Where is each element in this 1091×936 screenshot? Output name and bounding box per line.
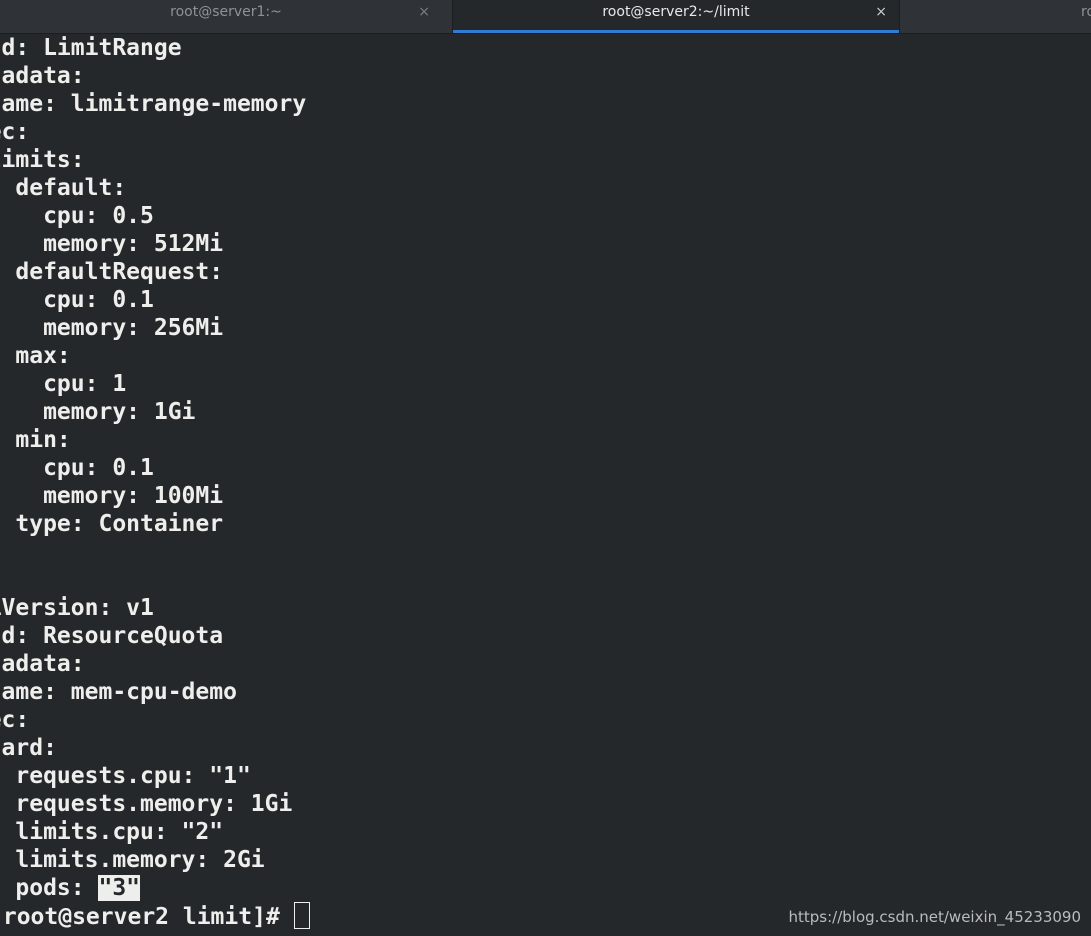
terminal-line: metadata:	[0, 63, 85, 89]
terminal-line: spec:	[0, 707, 30, 733]
tab-title: root@server3:~	[1081, 4, 1091, 20]
terminal-line: defaultRequest:	[15, 259, 224, 285]
terminal-line: limits.memory: 2Gi	[15, 847, 265, 873]
prompt-line: [root@server2 limit]#	[0, 902, 310, 930]
terminal-line: name: mem-cpu-demo	[0, 679, 237, 705]
tab-title: root@server1:~	[170, 4, 282, 20]
tab-server3[interactable]: root@server3:~	[900, 0, 1091, 33]
terminal-line: memory: 256Mi	[43, 315, 224, 341]
tab-server2-limit[interactable]: root@server2:~/limit ×	[452, 0, 900, 33]
terminal-line: cpu: 0.1	[43, 455, 154, 481]
terminal-line: memory: 1Gi	[43, 399, 196, 425]
terminal-line: - default:	[0, 175, 127, 201]
terminal-line: requests.memory: 1Gi	[15, 791, 293, 817]
terminal-line: cpu: 1	[43, 371, 127, 397]
terminal-line: memory: 512Mi	[43, 231, 224, 257]
cursor	[293, 902, 310, 929]
terminal-line: cpu: 0.1	[43, 287, 154, 313]
active-tab-indicator	[453, 30, 899, 33]
tab-bar: root@server1:~ × root@server2:~/limit × …	[0, 0, 1091, 34]
terminal-line: cpu: 0.5	[43, 203, 154, 229]
terminal-line: spec:	[0, 119, 30, 145]
terminal-line: ---	[0, 566, 306, 594]
close-icon[interactable]: ×	[875, 0, 887, 24]
terminal-line: kind: LimitRange	[0, 35, 182, 61]
terminal-output[interactable]: kind: LimitRangemetadata: name: limitran…	[0, 34, 1091, 936]
terminal-line: name: limitrange-memory	[0, 91, 307, 117]
terminal-line: metadata:	[0, 651, 85, 677]
terminal-line: limits.cpu: "2"	[15, 819, 224, 845]
terminal-line: limits:	[0, 147, 85, 173]
shell-prompt: [root@server2 limit]#	[0, 904, 294, 930]
tab-server1[interactable]: root@server1:~ ×	[0, 0, 452, 33]
terminal-line: max:	[15, 343, 71, 369]
terminal-line: kind: ResourceQuota	[0, 623, 224, 649]
terminal-line: apiVersion: v1	[0, 595, 154, 621]
terminal-line: requests.cpu: "1"	[15, 763, 251, 789]
terminal-line: pods: "3"	[0, 874, 306, 902]
selected-text: "3"	[98, 875, 141, 901]
terminal-line: memory: 100Mi	[43, 483, 224, 509]
line-text: pods:	[15, 875, 85, 901]
terminal-line: min:	[15, 427, 71, 453]
watermark: https://blog.csdn.net/weixin_45233090	[788, 908, 1081, 926]
terminal-lines: kind: LimitRangemetadata: name: limitran…	[0, 34, 306, 902]
terminal-line: type: Container	[15, 511, 224, 537]
terminal-line: hard:	[0, 735, 57, 761]
close-icon[interactable]: ×	[418, 0, 430, 24]
tab-title: root@server2:~/limit	[602, 4, 750, 20]
